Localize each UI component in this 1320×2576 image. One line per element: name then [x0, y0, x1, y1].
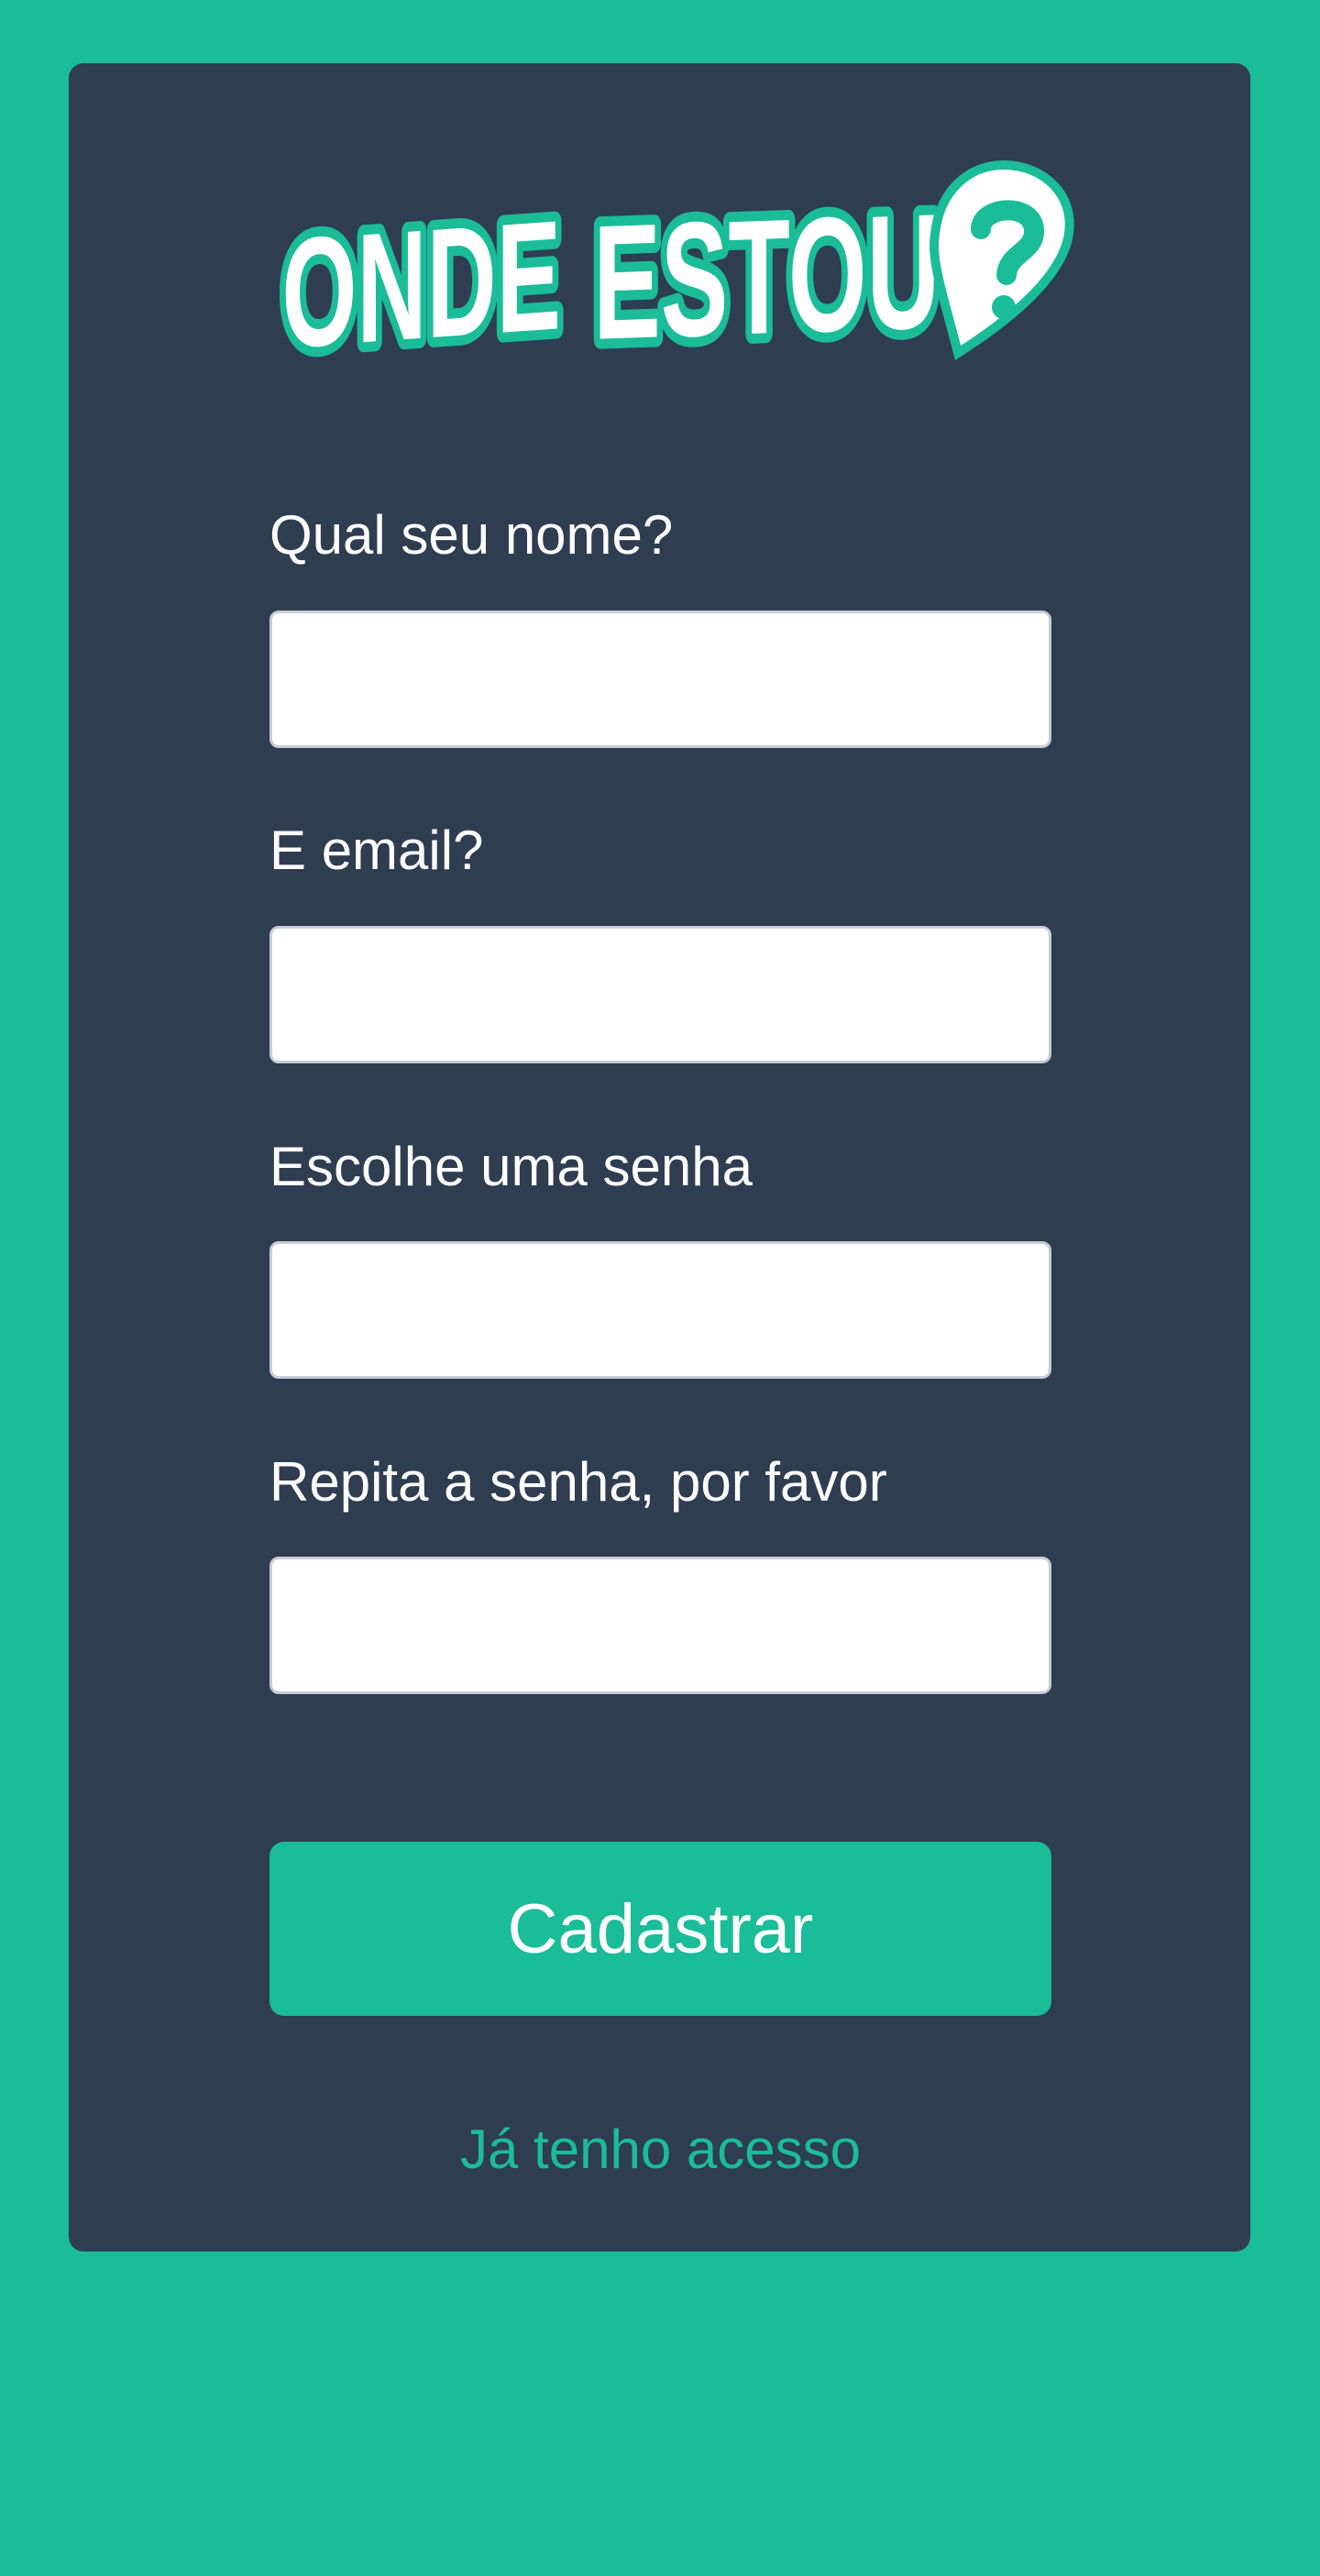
page-background: { "colors": { "background": "#1bbc98", "…	[0, 0, 1320, 2576]
question-pin-icon	[930, 160, 1074, 360]
svg-text:ESTOU: ESTOU	[593, 181, 940, 367]
app-logo: ONDE ESTOU	[275, 160, 1074, 367]
signup-button[interactable]: Cadastrar	[270, 1842, 1051, 2016]
logo-wordmark: ONDE ESTOU	[275, 172, 948, 367]
svg-text:ONDE: ONDE	[281, 187, 560, 367]
email-input[interactable]	[270, 926, 1051, 1063]
password-confirm-input[interactable]	[270, 1557, 1051, 1694]
login-link[interactable]: Já tenho acesso	[270, 2108, 1051, 2191]
email-label: E email?	[270, 820, 484, 881]
password-confirm-label: Repita a senha, por favor	[270, 1451, 887, 1513]
password-label: Escolhe uma senha	[270, 1136, 753, 1197]
name-label: Qual seu nome?	[270, 504, 674, 566]
password-input[interactable]	[270, 1241, 1051, 1379]
name-input[interactable]	[270, 611, 1051, 748]
